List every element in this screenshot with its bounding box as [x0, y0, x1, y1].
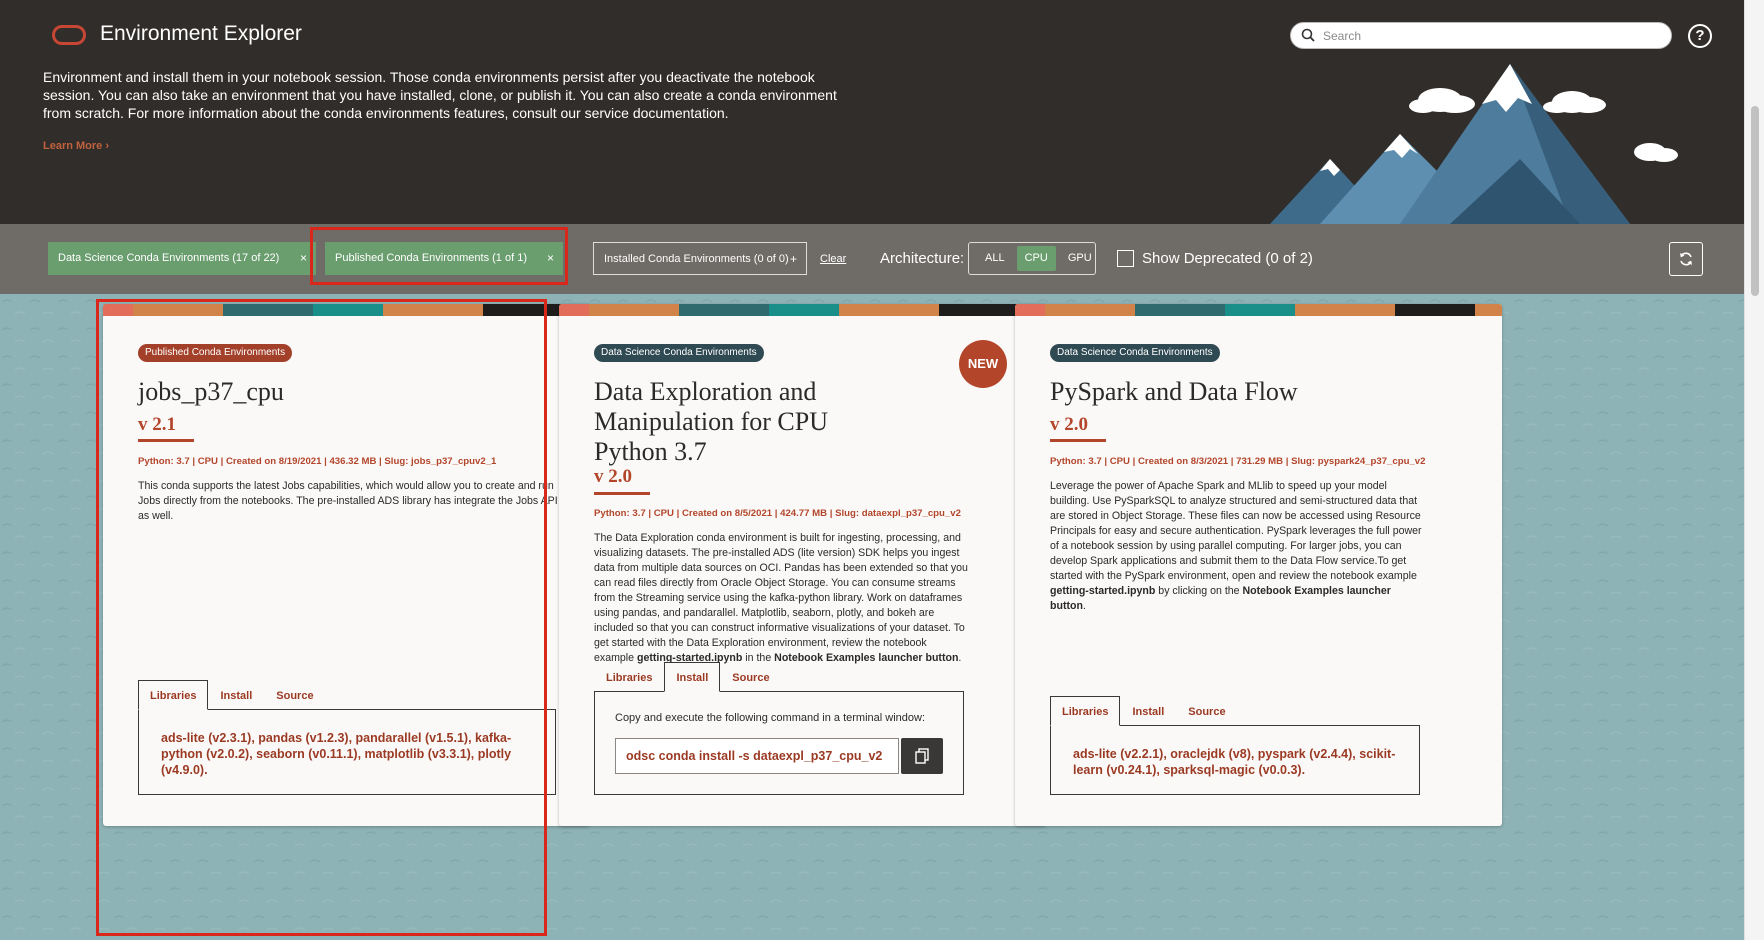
card-description: Leverage the power of Apache Spark and M… — [1050, 479, 1425, 614]
install-panel: Copy and execute the following command i… — [594, 691, 964, 795]
tab-libraries[interactable]: Libraries — [1050, 696, 1121, 726]
intro-text: Environment and install them in your not… — [43, 69, 837, 121]
card-meta: Python: 3.7 | CPU | Created on 8/3/2021 … — [1050, 456, 1426, 467]
description-text: Leverage the power of Apache Spark and M… — [1050, 480, 1422, 582]
libraries-panel: ads-lite (v2.2.1), oraclejdk (v8), pyspa… — [1050, 725, 1420, 795]
learn-more-label: Learn More — [43, 140, 103, 152]
search-box[interactable] — [1290, 22, 1672, 49]
architecture-label: Architecture: — [880, 250, 965, 267]
refresh-icon — [1680, 252, 1692, 266]
refresh-button[interactable] — [1669, 242, 1703, 276]
chip-installed[interactable]: Installed Conda Environments (0 of 0) + — [593, 242, 807, 275]
category-badge: Data Science Conda Environments — [594, 344, 764, 362]
show-deprecated-label: Show Deprecated (0 of 2) — [1142, 250, 1313, 267]
page-scrollbar[interactable] — [1744, 0, 1764, 940]
app-header: Environment Explorer ? Environment and i… — [0, 0, 1764, 224]
description-text: The Data Exploration conda environment i… — [594, 532, 968, 664]
card-version: v 2.0 — [1050, 414, 1088, 435]
help-icon[interactable]: ? — [1688, 24, 1712, 48]
env-card-data-exploration: Data Science Conda Environments NEW Data… — [559, 304, 1046, 826]
tab-install[interactable]: Install — [664, 662, 721, 692]
highlight-frame — [310, 227, 568, 285]
tab-source[interactable]: Source — [1176, 696, 1237, 726]
card-version: v 2.0 — [594, 466, 632, 487]
arch-all-button[interactable]: ALL — [977, 246, 1013, 271]
close-icon[interactable]: × — [300, 242, 307, 275]
card-tabs: Libraries Install Source — [594, 662, 782, 692]
tab-libraries[interactable]: Libraries — [138, 680, 209, 710]
libraries-list: ads-lite (v2.2.1), oraclejdk (v8), pyspa… — [1073, 747, 1396, 777]
version-divider — [594, 492, 650, 495]
show-deprecated-checkbox[interactable] — [1117, 250, 1134, 267]
copy-button[interactable] — [901, 738, 943, 774]
description-notebook: getting-started.ipynb — [1050, 585, 1156, 597]
description-text: . — [958, 652, 962, 664]
install-command-field[interactable]: odsc conda install -s dataexpl_p37_cpu_v… — [615, 738, 899, 774]
highlight-frame — [96, 299, 547, 936]
version-divider — [1050, 439, 1106, 442]
card-tabs: Libraries Install Source — [1050, 696, 1238, 726]
new-badge: NEW — [959, 340, 1007, 388]
arch-cpu-button[interactable]: CPU — [1016, 246, 1056, 271]
app-title: Environment Explorer — [100, 22, 302, 45]
learn-more-link[interactable]: Learn More › — [43, 140, 109, 152]
clear-link[interactable]: Clear — [820, 253, 846, 265]
tab-libraries[interactable]: Libraries — [594, 662, 664, 692]
chevron-right-icon: › — [105, 140, 110, 152]
search-icon — [1301, 28, 1315, 42]
copy-icon — [915, 748, 929, 764]
card-banner — [1015, 304, 1502, 316]
tab-source[interactable]: Source — [720, 662, 781, 692]
card-banner — [559, 304, 1046, 316]
card-meta: Python: 3.7 | CPU | Created on 8/5/2021 … — [594, 508, 961, 519]
chip-label: Installed Conda Environments (0 of 0) — [604, 253, 789, 265]
tab-install[interactable]: Install — [1120, 696, 1176, 726]
card-description: The Data Exploration conda environment i… — [594, 531, 969, 666]
add-icon[interactable]: + — [790, 243, 797, 276]
card-title: PySpark and Data Flow — [1050, 377, 1298, 406]
env-card-pyspark: Data Science Conda Environments PySpark … — [1015, 304, 1502, 826]
description-launcher: Notebook Examples launcher button — [774, 652, 959, 664]
arch-gpu-button[interactable]: GPU — [1060, 246, 1100, 271]
description-text: . — [1082, 600, 1086, 612]
architecture-toggle: ALL CPU GPU — [968, 242, 1096, 275]
description-text: by clicking on the — [1155, 585, 1243, 597]
chip-label: Data Science Conda Environments (17 of 2… — [58, 252, 280, 264]
mountains-illustration — [1270, 64, 1678, 224]
card-title: Data Exploration and Manipulation for CP… — [594, 377, 828, 466]
search-input[interactable] — [1323, 27, 1653, 45]
category-badge: Data Science Conda Environments — [1050, 344, 1220, 362]
oracle-logo-icon — [52, 25, 86, 45]
chip-data-science[interactable]: Data Science Conda Environments (17 of 2… — [48, 242, 316, 275]
install-instruction: Copy and execute the following command i… — [615, 712, 925, 724]
scrollbar-thumb[interactable] — [1751, 106, 1759, 296]
